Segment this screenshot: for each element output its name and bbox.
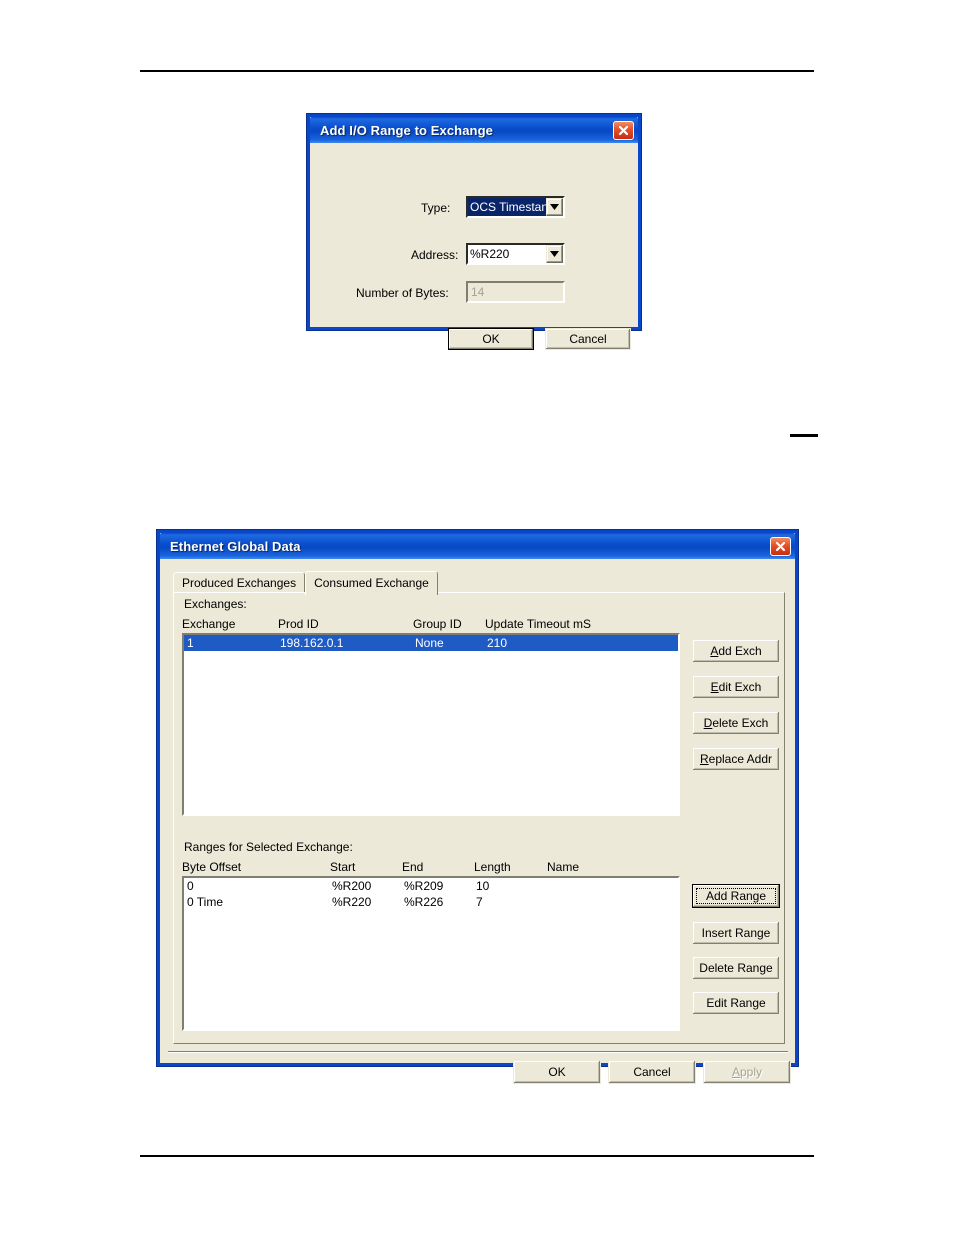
dialog-title: Add I/O Range to Exchange (320, 122, 493, 138)
ethernet-global-data-dialog: Ethernet Global Data Produced Exchanges … (156, 529, 799, 1084)
dialog-title: Ethernet Global Data (170, 538, 301, 554)
header-rule (140, 70, 814, 72)
type-label: Type: (421, 201, 451, 215)
chevron-down-icon[interactable] (546, 245, 563, 263)
page-dash-mark (790, 434, 818, 437)
cell-end: %R226 (404, 895, 444, 909)
cell-end: %R209 (404, 879, 444, 893)
chevron-down-icon[interactable] (546, 198, 563, 216)
ok-button[interactable]: OK (513, 1060, 601, 1084)
add-io-range-dialog: Add I/O Range to Exchange Type: OCS Time… (306, 113, 642, 350)
delete-exch-button[interactable]: Delete Exch (692, 711, 780, 735)
cell-start: %R200 (332, 879, 372, 893)
col-start: Start (330, 860, 356, 874)
footer-rule (140, 1155, 814, 1157)
add-exch-button-label: Add Exch (710, 644, 762, 658)
col-length: Length (474, 860, 511, 874)
cell-byte-offset: 0 Time (187, 895, 224, 909)
col-group-id: Group ID (413, 617, 462, 631)
delete-exch-button-label: Delete Exch (703, 716, 769, 730)
col-prod-id: Prod ID (278, 617, 319, 631)
type-combobox[interactable]: OCS Timestan (466, 196, 565, 218)
cancel-button[interactable]: Cancel (545, 328, 631, 350)
add-range-button[interactable]: Add Range (692, 884, 780, 908)
dialog-body: Type: OCS Timestan Address: %R220 Number… (310, 143, 638, 350)
apply-button-label: Apply (731, 1065, 763, 1079)
cell-start: %R220 (332, 895, 372, 909)
exchanges-column-headers: Exchange Prod ID Group ID Update Timeout… (182, 617, 702, 631)
table-row[interactable]: 0 Time %R220 %R226 7 (184, 894, 678, 910)
tab-consumed-exchange[interactable]: Consumed Exchange (305, 571, 438, 595)
cell-exchange: 1 (187, 636, 194, 650)
cell-update-timeout: 210 (487, 636, 508, 650)
ranges-column-headers: Byte Offset Start End Length Name (182, 860, 702, 874)
exchanges-group-label: Exchanges: (184, 597, 247, 611)
type-combobox-value: OCS Timestan (468, 198, 546, 216)
insert-range-button[interactable]: Insert Range (692, 921, 780, 945)
col-update-timeout: Update Timeout mS (485, 617, 592, 631)
apply-button: Apply (703, 1060, 791, 1084)
exchanges-listbox[interactable]: 1 198.162.0.1 None 210 (182, 633, 680, 816)
table-row[interactable]: 1 198.162.0.1 None 210 (184, 635, 678, 651)
ranges-group-label: Ranges for Selected Exchange: (184, 840, 353, 854)
table-row[interactable]: 0 %R200 %R209 10 (184, 878, 678, 894)
address-label: Address: (411, 248, 459, 262)
cell-length: 10 (476, 879, 490, 893)
number-of-bytes-label: Number of Bytes: (356, 286, 449, 300)
ranges-listbox[interactable]: 0 %R200 %R209 10 0 Time %R220 %R226 7 (182, 876, 680, 1031)
cell-prod-id: 198.162.0.1 (280, 636, 344, 650)
col-exchange: Exchange (182, 617, 236, 631)
cancel-button[interactable]: Cancel (608, 1060, 696, 1084)
edit-exch-button-label: Edit Exch (710, 680, 762, 694)
edit-range-button[interactable]: Edit Range (692, 991, 780, 1015)
tabstrip: Produced Exchanges Consumed Exchange (173, 571, 438, 595)
replace-addr-button[interactable]: Replace Addr (692, 747, 780, 771)
replace-addr-button-label: Replace Addr (699, 752, 773, 766)
address-combobox-value: %R220 (470, 247, 510, 261)
cell-length: 7 (476, 895, 483, 909)
add-range-button-label: Add Range (705, 889, 767, 903)
close-icon[interactable] (770, 536, 791, 556)
delete-range-button[interactable]: Delete Range (692, 956, 780, 980)
dialog-titlebar[interactable]: Add I/O Range to Exchange (310, 117, 638, 143)
col-name: Name (547, 860, 580, 874)
close-icon[interactable] (613, 120, 634, 140)
address-combobox[interactable]: %R220 (466, 243, 565, 265)
add-exch-button[interactable]: Add Exch (692, 639, 780, 663)
col-byte-offset: Byte Offset (182, 860, 242, 874)
cell-byte-offset: 0 (187, 879, 194, 893)
dialog-titlebar[interactable]: Ethernet Global Data (160, 533, 795, 559)
footer-separator (168, 1051, 788, 1053)
dialog-body: Produced Exchanges Consumed Exchange Exc… (160, 559, 795, 1084)
number-of-bytes-field: 14 (466, 281, 565, 303)
edit-exch-button[interactable]: Edit Exch (692, 675, 780, 699)
ok-button[interactable]: OK (448, 328, 534, 350)
cell-group-id: None (415, 636, 444, 650)
col-end: End (402, 860, 424, 874)
tab-produced-exchanges[interactable]: Produced Exchanges (173, 572, 306, 593)
